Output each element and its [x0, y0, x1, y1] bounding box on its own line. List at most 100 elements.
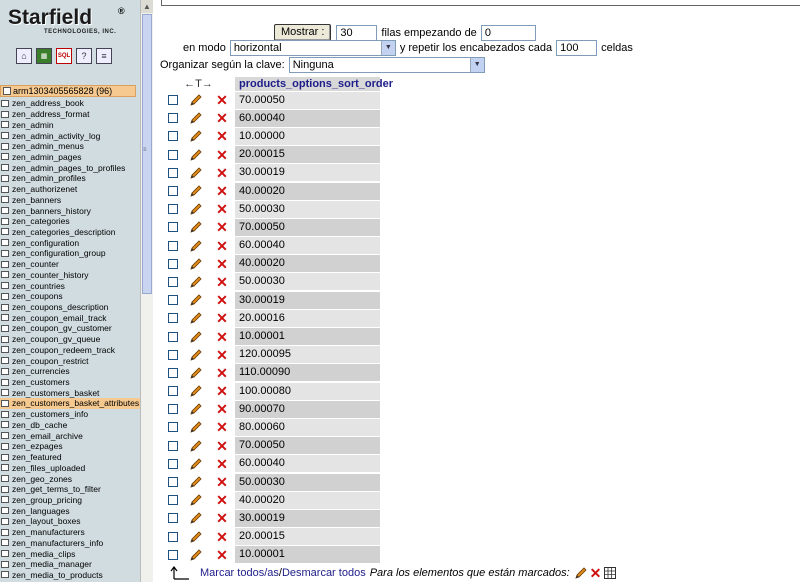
delete-x-icon[interactable]: ✕: [209, 439, 235, 453]
table-list-item[interactable]: zen_db_cache: [0, 420, 140, 431]
table-list-item[interactable]: zen_admin_pages_to_profiles: [0, 162, 140, 173]
edit-pencil-icon[interactable]: [183, 148, 209, 162]
table-list-item[interactable]: zen_admin_activity_log: [0, 130, 140, 141]
row-checkbox[interactable]: [167, 167, 178, 178]
table-icon[interactable]: [1, 324, 9, 332]
table-list-label[interactable]: zen_authorizenet: [12, 184, 77, 194]
check-all-link[interactable]: Marcar todos/as: [200, 567, 279, 579]
table-icon[interactable]: [1, 335, 9, 343]
delete-x-icon[interactable]: ✕: [209, 148, 235, 162]
table-icon[interactable]: [1, 282, 9, 290]
chevron-down-icon[interactable]: ▼: [380, 41, 395, 55]
table-list-item[interactable]: zen_files_uploaded: [0, 462, 140, 473]
edit-pencil-icon[interactable]: [183, 239, 209, 253]
table-list-label[interactable]: zen_coupons_description: [12, 302, 108, 312]
table-list-item[interactable]: zen_media_clips: [0, 548, 140, 559]
table-list-label[interactable]: zen_media_to_products: [12, 570, 103, 580]
table-list-item[interactable]: zen_manufacturers: [0, 527, 140, 538]
table-list-label[interactable]: zen_admin_pages: [12, 152, 81, 162]
delete-x-icon[interactable]: ✕: [209, 257, 235, 271]
table-icon[interactable]: [1, 196, 9, 204]
table-list-item[interactable]: zen_customers_info: [0, 409, 140, 420]
row-checkbox[interactable]: [167, 440, 178, 451]
row-checkbox[interactable]: [167, 367, 178, 378]
table-list-label[interactable]: zen_files_uploaded: [12, 463, 85, 473]
delete-x-icon[interactable]: ✕: [209, 457, 235, 471]
table-list-item[interactable]: zen_layout_boxes: [0, 516, 140, 527]
table-list-label[interactable]: zen_group_pricing: [12, 495, 82, 505]
table-list-item[interactable]: zen_customers: [0, 377, 140, 388]
scroll-up-arrow-icon[interactable]: ▲: [141, 0, 153, 13]
table-list-item[interactable]: zen_coupon_email_track: [0, 312, 140, 323]
repeat-headers-input[interactable]: 100: [556, 40, 598, 56]
table-list-item[interactable]: zen_manufacturers_info: [0, 537, 140, 548]
table-list-label[interactable]: zen_manufacturers_info: [12, 538, 103, 548]
uncheck-all-link[interactable]: Desmarcar todos: [282, 567, 366, 579]
edit-pencil-icon[interactable]: [183, 366, 209, 380]
table-list-item[interactable]: zen_featured: [0, 452, 140, 463]
help-icon[interactable]: ?: [76, 48, 92, 64]
table-list-item[interactable]: zen_coupon_gv_customer: [0, 323, 140, 334]
table-icon[interactable]: [1, 442, 9, 450]
table-list-label[interactable]: zen_admin_pages_to_profiles: [12, 163, 125, 173]
table-list-item[interactable]: zen_countries: [0, 280, 140, 291]
edit-pencil-icon[interactable]: [183, 129, 209, 143]
edit-pencil-icon[interactable]: [183, 475, 209, 489]
edit-pencil-icon[interactable]: [183, 511, 209, 525]
edit-pencil-icon[interactable]: [183, 311, 209, 325]
delete-x-icon[interactable]: ✕: [209, 184, 235, 198]
delete-x-icon[interactable]: ✕: [209, 548, 235, 562]
table-list-label[interactable]: zen_counter_history: [12, 270, 89, 280]
delete-x-icon[interactable]: ✕: [209, 402, 235, 416]
table-list-label[interactable]: zen_admin_activity_log: [12, 131, 100, 141]
table-icon[interactable]: [1, 453, 9, 461]
table-icon[interactable]: [1, 174, 9, 182]
edit-pencil-icon[interactable]: [183, 257, 209, 271]
table-list-item[interactable]: zen_counter_history: [0, 270, 140, 281]
table-list-label[interactable]: zen_customers: [12, 377, 70, 387]
table-list-item[interactable]: zen_banners_history: [0, 205, 140, 216]
table-list-item[interactable]: zen_ezpages: [0, 441, 140, 452]
table-list-label[interactable]: zen_admin_profiles: [12, 173, 86, 183]
row-checkbox[interactable]: [167, 477, 178, 488]
delete-x-icon[interactable]: ✕: [209, 93, 235, 107]
edit-pencil-icon[interactable]: [183, 384, 209, 398]
edit-pencil-icon[interactable]: [183, 348, 209, 362]
delete-x-icon[interactable]: ✕: [209, 202, 235, 216]
delete-x-icon[interactable]: ✕: [209, 330, 235, 344]
table-list-label[interactable]: zen_counter: [12, 259, 59, 269]
table-list-label[interactable]: zen_coupon_restrict: [12, 356, 89, 366]
row-checkbox[interactable]: [167, 331, 178, 342]
row-checkbox[interactable]: [167, 313, 178, 324]
table-icon[interactable]: [1, 303, 9, 311]
row-checkbox[interactable]: [167, 513, 178, 524]
chevron-down-icon[interactable]: ▼: [469, 58, 484, 72]
table-list-label[interactable]: zen_address_format: [12, 109, 90, 119]
row-checkbox[interactable]: [167, 549, 178, 560]
table-list-item[interactable]: zen_counter: [0, 259, 140, 270]
database-selector[interactable]: arm1303405565828 (96): [0, 85, 136, 97]
table-list-label[interactable]: zen_featured: [12, 452, 62, 462]
export-table-icon[interactable]: [604, 567, 617, 579]
table-list-item[interactable]: zen_banners: [0, 194, 140, 205]
table-list-label[interactable]: zen_coupon_email_track: [12, 313, 107, 323]
table-icon[interactable]: [1, 271, 9, 279]
table-list-item[interactable]: zen_coupons: [0, 291, 140, 302]
table-list-label[interactable]: zen_languages: [12, 506, 70, 516]
table-list-item[interactable]: zen_email_archive: [0, 430, 140, 441]
edit-pencil-icon[interactable]: [183, 93, 209, 107]
table-list-item[interactable]: zen_customers_basket_attributes: [0, 398, 140, 409]
table-icon[interactable]: [1, 239, 9, 247]
table-icon[interactable]: [1, 517, 9, 525]
delete-x-icon[interactable]: ✕: [209, 348, 235, 362]
table-icon[interactable]: [1, 346, 9, 354]
table-icon[interactable]: [1, 507, 9, 515]
edit-pencil-icon[interactable]: [183, 420, 209, 434]
row-checkbox[interactable]: [167, 240, 178, 251]
row-checkbox[interactable]: [167, 204, 178, 215]
table-list-label[interactable]: zen_media_manager: [12, 559, 92, 569]
table-list-label[interactable]: zen_banners_history: [12, 206, 91, 216]
starfield-logo[interactable]: Starfield ® TECHNOLOGIES, INC.: [6, 6, 134, 40]
delete-x-icon[interactable]: ✕: [209, 493, 235, 507]
column-header-sort-order[interactable]: products_options_sort_order: [235, 77, 393, 91]
